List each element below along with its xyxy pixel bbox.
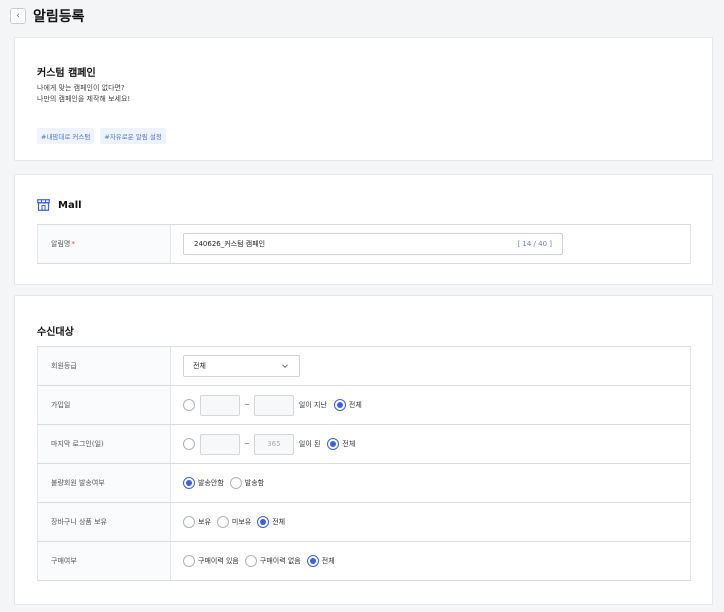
purchase-option-2-label: 구매이력 없음 (259, 557, 301, 565)
campaign-name-label: 알림명 * (38, 225, 171, 263)
campaign-name-row: 알림명 * 240626_커스텀 캠페인 [ 14 / 40 ] (37, 225, 691, 264)
cart-option-2-label: 미보유 (231, 518, 252, 526)
cart-radio-3[interactable] (257, 516, 270, 528)
member-grade-label: 회원등급 (38, 347, 171, 385)
last-login-cell: ~ 365 일이 된 전체 (171, 425, 690, 463)
last-login-to-input[interactable]: 365 (253, 433, 294, 455)
bad-member-radio-1[interactable] (183, 477, 195, 489)
join-date-suffix: 일이 지난 (298, 401, 327, 409)
cart-row: 장바구니 상품 보유 보유 미보유 전체 (37, 503, 691, 542)
tag-custom: #내맘대로 커스텀 (37, 128, 95, 144)
campaign-name-cell: 240626_커스텀 캠페인 [ 14 / 40 ] (171, 225, 690, 263)
description-line-1: 나에게 맞는 캠페인이 없다면? (37, 84, 125, 92)
range-separator: ~ (244, 440, 250, 448)
purchase-label: 구매여부 (38, 542, 171, 580)
bad-member-row: 불량회원 발송여부 발송안함 발송함 (37, 464, 691, 503)
bad-member-option-1[interactable]: 발송안함 (183, 477, 224, 489)
cart-label: 장바구니 상품 보유 (38, 503, 171, 541)
store-icon (37, 199, 50, 211)
cart-cell: 보유 미보유 전체 (171, 503, 690, 541)
last-login-range-radio[interactable] (183, 438, 195, 450)
cart-option-3[interactable]: 전체 (257, 516, 285, 528)
last-login-all-label: 전체 (342, 440, 356, 448)
cart-option-1-label: 보유 (198, 518, 211, 526)
purchase-option-3-label: 전체 (321, 557, 335, 565)
last-login-all-radio[interactable] (327, 438, 340, 450)
last-login-all-option[interactable]: 전체 (327, 438, 355, 450)
range-separator: ~ (244, 401, 250, 409)
purchase-radio-2[interactable] (244, 555, 257, 567)
bad-member-option-2-label: 발송함 (244, 479, 265, 487)
member-grade-select[interactable]: 전체 (183, 355, 300, 377)
last-login-from-input[interactable] (200, 433, 240, 455)
chevron-down-icon (282, 364, 288, 368)
last-login-row: 마지막 로그인(일) ~ 365 일이 된 전체 (37, 425, 691, 464)
member-grade-selected: 전체 (193, 362, 206, 370)
purchase-radio-3[interactable] (306, 555, 319, 567)
bad-member-radio-2[interactable] (229, 477, 242, 489)
bad-member-option-2[interactable]: 발송함 (229, 477, 265, 489)
member-grade-row: 회원등급 전체 (37, 347, 691, 386)
mall-form-table: 알림명 * 240626_커스텀 캠페인 [ 14 / 40 ] (37, 224, 691, 264)
tag-free-setting: #자유로운 알림 설정 (100, 128, 166, 144)
page-title: 알림등록 (33, 9, 85, 25)
member-grade-cell: 전체 (171, 347, 690, 385)
purchase-option-1[interactable]: 구매이력 있음 (183, 555, 239, 567)
purchase-cell: 구매이력 있음 구매이력 없음 전체 (171, 542, 690, 580)
recipient-section-title: 수신대상 (37, 327, 74, 338)
join-date-from-input[interactable] (200, 394, 240, 416)
campaign-name-input[interactable]: 240626_커스텀 캠페인 [ 14 / 40 ] (183, 233, 563, 255)
cart-radio-1[interactable] (183, 516, 195, 528)
join-date-all-radio[interactable] (333, 399, 346, 411)
mall-card: Mall 알림명 * 240626_커스텀 캠페인 [ 14 / 40 ] (14, 174, 713, 285)
join-date-all-label: 전체 (348, 401, 362, 409)
purchase-option-2[interactable]: 구매이력 없음 (244, 555, 301, 567)
recipient-card: 수신대상 회원등급 전체 가입일 ~ 일이 지난 전체 마지막 로그인(일) ~… (14, 295, 713, 605)
join-date-range-radio[interactable] (183, 399, 195, 411)
purchase-radio-1[interactable] (183, 555, 195, 567)
cart-option-1[interactable]: 보유 (183, 516, 211, 528)
custom-campaign-description: 나에게 맞는 캠페인이 없다면? 나만의 캠페인을 제작해 보세요! (37, 83, 130, 105)
character-counter: [ 14 / 40 ] (517, 240, 552, 248)
purchase-row: 구매여부 구매이력 있음 구매이력 없음 전체 (37, 542, 691, 581)
last-login-label: 마지막 로그인(일) (38, 425, 171, 463)
join-date-all-option[interactable]: 전체 (333, 399, 362, 411)
page-header: ‹ 알림등록 (10, 5, 85, 27)
mall-label: Mall (58, 199, 82, 211)
bad-member-label: 불량회원 발송여부 (38, 464, 171, 502)
custom-campaign-title: 커스텀 캠페인 (37, 68, 96, 79)
join-date-cell: ~ 일이 지난 전체 (171, 386, 690, 424)
join-date-to-input[interactable] (253, 394, 294, 416)
join-date-label: 가입일 (38, 386, 171, 424)
custom-campaign-card: 커스텀 캠페인 나에게 맞는 캠페인이 없다면? 나만의 캠페인을 제작해 보세… (14, 37, 713, 161)
bad-member-option-1-label: 발송안함 (198, 479, 224, 487)
required-mark: * (71, 240, 75, 248)
bad-member-cell: 발송안함 발송함 (171, 464, 690, 502)
purchase-option-3[interactable]: 전체 (306, 555, 335, 567)
tag-list: #내맘대로 커스텀 #자유로운 알림 설정 (37, 128, 166, 144)
last-login-suffix: 일이 된 (298, 440, 321, 448)
cart-option-3-label: 전체 (272, 518, 286, 526)
join-date-row: 가입일 ~ 일이 지난 전체 (37, 386, 691, 425)
campaign-name-label-text: 알림명 (51, 240, 71, 248)
description-line-2: 나만의 캠페인을 제작해 보세요! (37, 95, 131, 103)
recipient-form-table: 회원등급 전체 가입일 ~ 일이 지난 전체 마지막 로그인(일) ~ 365 … (37, 346, 691, 581)
cart-radio-2[interactable] (216, 516, 229, 528)
back-button[interactable]: ‹ (10, 8, 26, 24)
purchase-option-1-label: 구매이력 있음 (198, 557, 239, 565)
campaign-name-value: 240626_커스텀 캠페인 (194, 240, 266, 248)
chevron-left-icon: ‹ (16, 11, 20, 21)
cart-option-2[interactable]: 미보유 (216, 516, 252, 528)
mall-header: Mall (37, 199, 82, 211)
